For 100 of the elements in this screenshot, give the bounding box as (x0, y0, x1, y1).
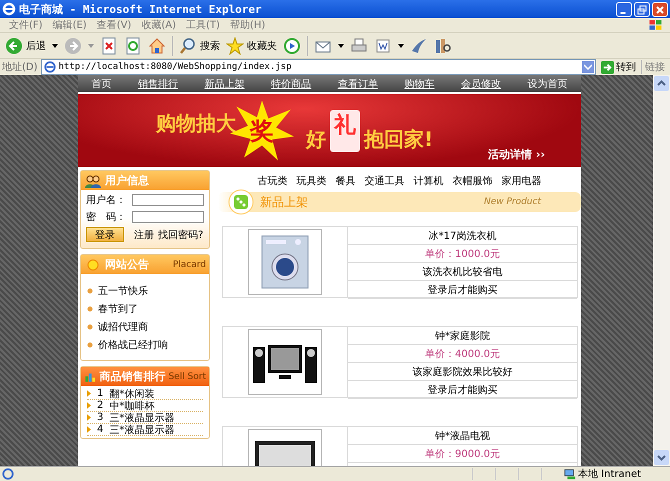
section-subtitle: New Product (484, 197, 541, 207)
menu-item[interactable]: 查看(V) (92, 18, 136, 32)
product-name[interactable]: 冰*17岗洗衣机 (348, 227, 577, 245)
rank-item-link[interactable]: 中*咖啡杯 (109, 398, 154, 412)
category-link[interactable]: 计算机 (414, 174, 444, 188)
panel-subtitle: Placard (172, 260, 206, 270)
printer-icon (350, 36, 368, 54)
scroll-bar[interactable] (653, 75, 670, 466)
product-price: 单价：9000.0元 (348, 445, 577, 463)
product-name[interactable]: 钟*液晶电视 (348, 427, 577, 445)
panel-title: 网站公告 (105, 257, 150, 272)
minimize-button[interactable] (616, 2, 632, 16)
windows-flag-icon (648, 18, 664, 32)
login-button[interactable]: 登录 (86, 227, 124, 242)
category-link[interactable]: 家用电器 (502, 174, 542, 188)
users-icon (84, 174, 102, 188)
network-icon (564, 468, 576, 480)
product-price: 单价：4000.0元 (348, 345, 577, 363)
dropdown-button[interactable] (582, 61, 594, 73)
username-field[interactable] (132, 194, 204, 206)
links-button[interactable]: 链接 (641, 60, 668, 74)
panel-subtitle: Sell Sort (168, 372, 206, 382)
address-field[interactable]: http://localhost:8080/WebShopping/index.jsp (40, 59, 596, 75)
notice-link[interactable]: 春节到了 (98, 302, 138, 316)
close-button[interactable] (652, 2, 668, 16)
nav-link[interactable]: 设为首页 (528, 76, 568, 90)
home-icon (148, 36, 166, 54)
security-zone: 本地 Intranet (578, 468, 642, 481)
caret-icon (88, 44, 94, 48)
purchase-note: 登录后才能购买 (348, 281, 577, 299)
rank-item-link[interactable]: 三*液晶显示器 (109, 410, 174, 424)
menu-item[interactable]: 帮助(H) (224, 18, 270, 32)
category-link[interactable]: 餐具 (336, 174, 356, 188)
bullet-icon (87, 306, 93, 312)
event-details-link[interactable]: 活动详情 ›› (488, 147, 545, 162)
purchase-note: 登录后才能购买 (348, 381, 577, 399)
browser-logo-icon (2, 2, 16, 16)
notice-link[interactable]: 价格战已经打响 (98, 338, 168, 352)
category-link[interactable]: 衣帽服饰 (452, 174, 492, 188)
product-price: 单价：1000.0元 (348, 245, 577, 263)
rank-number: 3 (97, 412, 104, 423)
document-icon (374, 36, 392, 54)
favorites-button[interactable]: 收藏夹 (224, 34, 279, 56)
bullet-icon (87, 324, 93, 330)
recover-password-link[interactable]: 找回密码? (158, 228, 204, 242)
banner-slogan-end: 抱回家! (364, 126, 434, 153)
search-button[interactable]: 搜索 (177, 34, 222, 56)
nav-link[interactable]: 查看订单 (338, 76, 378, 90)
notice-link[interactable]: 五一节快乐 (98, 284, 148, 298)
nav-link[interactable]: 会员修改 (461, 76, 502, 90)
product-description: 该家庭影院效果比较好 (348, 363, 577, 381)
caret-icon (584, 64, 592, 70)
caret-icon (52, 44, 58, 48)
address-label: 地址(D) (2, 60, 38, 74)
banner-slogan-start: 好 (306, 126, 326, 153)
media-icon (283, 36, 301, 54)
bullet-icon (87, 288, 93, 294)
nav-link[interactable]: 首页 (91, 76, 112, 90)
nav-link[interactable]: 购物车 (404, 76, 434, 90)
menu-item[interactable]: 收藏(A) (136, 18, 181, 32)
gift-box-badge: 礼 (330, 110, 360, 152)
close-icon (655, 4, 665, 14)
menu-item[interactable]: 工具(T) (181, 18, 225, 32)
search-icon (179, 36, 197, 54)
rank-item-link[interactable]: 三*液晶显示器 (109, 422, 174, 436)
category-link[interactable]: 交通工具 (364, 174, 404, 188)
rank-number: 1 (97, 388, 104, 399)
scroll-down-icon (654, 450, 669, 465)
menu-item[interactable]: 编辑(E) (48, 18, 92, 32)
category-link[interactable]: 古玩类 (258, 174, 288, 188)
product-image[interactable] (248, 229, 322, 295)
category-link[interactable]: 玩具类 (296, 174, 326, 188)
window-title: 电子商城 - Microsoft Internet Explorer (19, 2, 263, 16)
books-icon (434, 36, 452, 54)
go-arrow-icon (601, 60, 614, 74)
product-name[interactable]: 钟*家庭影院 (348, 327, 577, 345)
rank-item-link[interactable]: 翻*休闲装 (109, 386, 154, 400)
maximize-button[interactable] (634, 2, 650, 16)
back-button[interactable]: 后退 (3, 34, 48, 56)
restore-icon (637, 4, 647, 14)
panel-title: 商品销售排行 (99, 369, 166, 384)
refresh-icon (124, 36, 142, 54)
product-description: 该洗衣机比较省电 (348, 263, 577, 281)
bullet-icon (87, 342, 93, 348)
minimize-icon (620, 12, 626, 14)
go-button[interactable]: 转到 (599, 60, 638, 74)
register-link[interactable]: 注册 (134, 228, 154, 242)
password-field[interactable] (132, 211, 204, 223)
field-label: 用户名： (86, 194, 127, 207)
nav-link[interactable]: 销售排行 (138, 76, 178, 90)
scroll-up-icon (654, 76, 669, 91)
product-image[interactable] (248, 329, 322, 395)
menu-item[interactable]: 文件(F) (4, 18, 48, 32)
nav-link[interactable]: 新品上架 (204, 76, 245, 90)
nav-link[interactable]: 特价商品 (271, 76, 312, 90)
rank-number: 2 (97, 400, 104, 411)
field-label: 密 码： (86, 210, 127, 224)
section-title: 新品上架 (260, 194, 309, 210)
notice-link[interactable]: 诚招代理商 (98, 320, 148, 334)
panel-title: 用户信息 (105, 173, 150, 188)
